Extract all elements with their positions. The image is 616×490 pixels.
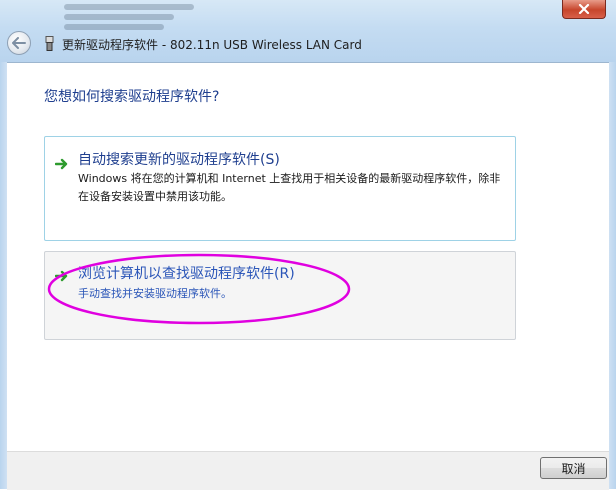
footer-bar <box>7 451 609 490</box>
device-icon <box>44 36 55 51</box>
window-frame-left <box>0 62 7 489</box>
window-chrome: 更新驱动程序软件 - 802.11n USB Wireless LAN Card <box>0 0 616 62</box>
cancel-button[interactable]: 取消 <box>540 457 607 479</box>
back-arrow-icon <box>12 34 26 53</box>
option-description: Windows 将在您的计算机和 Internet 上查找用于相关设备的最新驱动… <box>78 172 501 203</box>
close-button[interactable] <box>562 0 606 19</box>
close-icon <box>578 4 590 14</box>
background-window-blur <box>50 0 220 30</box>
green-arrow-icon <box>54 267 69 286</box>
green-arrow-icon <box>54 155 69 174</box>
option-title: 自动搜索更新的驱动程序软件(S) <box>78 152 280 168</box>
option-description: 手动查找并安装驱动程序软件。 <box>78 287 232 300</box>
page-question: 您想如何搜索驱动程序软件? <box>44 89 220 105</box>
back-button[interactable] <box>7 31 31 55</box>
window-title: 更新驱动程序软件 - 802.11n USB Wireless LAN Card <box>62 38 362 52</box>
option-auto-search[interactable]: 自动搜索更新的驱动程序软件(S) Windows 将在您的计算机和 Intern… <box>44 136 516 241</box>
option-title: 浏览计算机以查找驱动程序软件(R) <box>78 266 295 282</box>
window-frame-right <box>609 62 616 489</box>
option-browse-computer[interactable]: 浏览计算机以查找驱动程序软件(R) 手动查找并安装驱动程序软件。 <box>44 251 516 340</box>
